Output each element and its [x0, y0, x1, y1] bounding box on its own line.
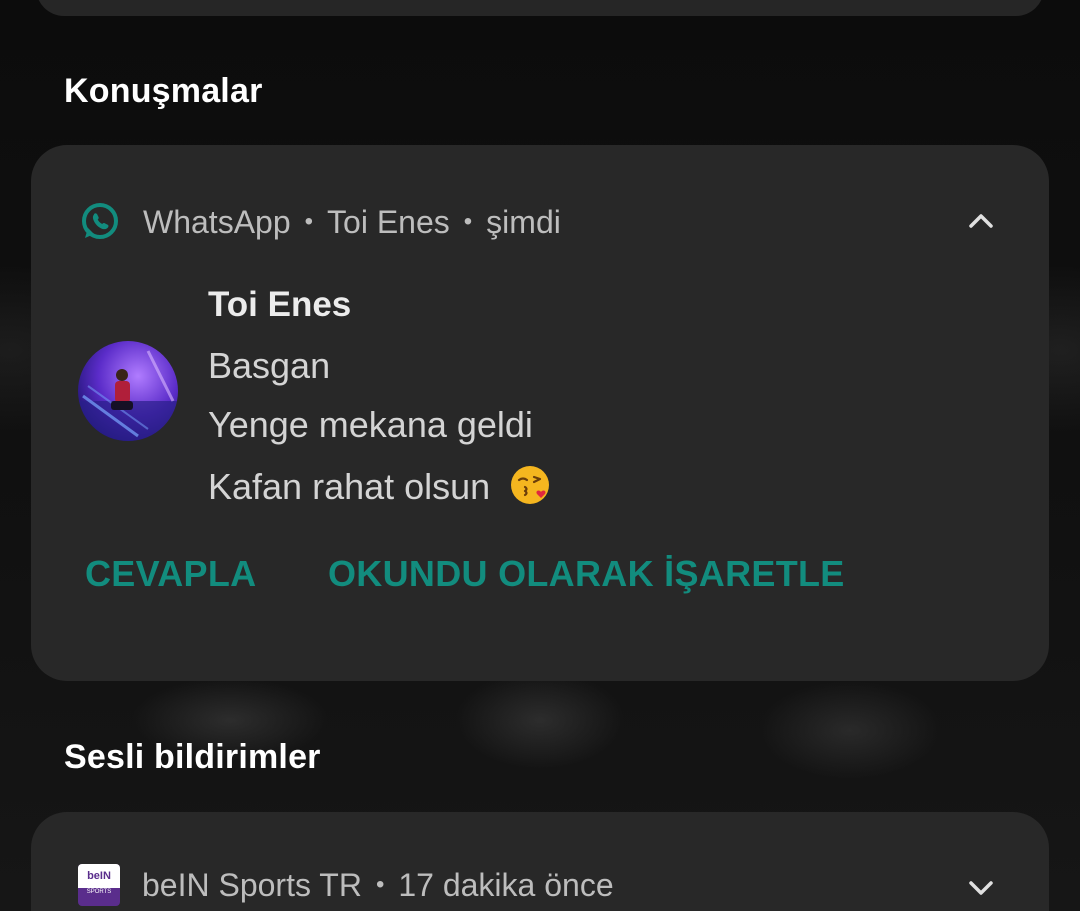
bein-notification-card[interactable]: beIN SPORTS beIN Sports TR • 17 dakika ö…: [31, 812, 1049, 911]
reply-button[interactable]: CEVAPLA: [85, 553, 256, 595]
whatsapp-icon: [82, 203, 118, 239]
message-line: Basgan: [208, 345, 331, 386]
header-separator: •: [375, 871, 385, 898]
app-name: beIN Sports TR: [142, 866, 362, 903]
message-text: Kafan rahat olsun: [208, 466, 491, 507]
chevron-down-icon[interactable]: [965, 872, 997, 904]
notification-time: şimdi: [486, 203, 561, 240]
message-line: Yenge mekana geldi: [208, 404, 533, 445]
notification-header: beIN SPORTS beIN Sports TR • 17 dakika ö…: [78, 864, 614, 906]
section-title-alerting: Sesli bildirimler: [64, 738, 321, 776]
bein-icon-subtext: SPORTS: [86, 889, 112, 895]
header-separator: •: [463, 208, 473, 235]
app-name: WhatsApp: [143, 203, 291, 240]
sender-name: Toi Enes: [208, 285, 352, 324]
notification-header: WhatsApp • Toi Enes • şimdi: [79, 201, 561, 243]
avatar-photo: [78, 350, 178, 441]
whatsapp-notification-card[interactable]: WhatsApp • Toi Enes • şimdi Toi Enes Bas…: [31, 145, 1049, 681]
avatar: [78, 341, 178, 441]
notification-time: 17 dakika önce: [398, 866, 614, 903]
header-separator: •: [304, 208, 314, 235]
notification-shade: Konuşmalar WhatsApp • Toi Enes • şimdi T…: [0, 0, 1080, 911]
chevron-up-icon[interactable]: [965, 205, 997, 237]
previous-notification-card[interactable]: [36, 0, 1044, 16]
conversation-name: Toi Enes: [327, 203, 450, 240]
bein-icon-text: beIN: [78, 864, 120, 888]
mark-as-read-button[interactable]: OKUNDU OLARAK İŞARETLE: [328, 553, 845, 595]
bein-sports-icon: beIN SPORTS: [78, 864, 120, 906]
section-title-conversations: Konuşmalar: [64, 72, 263, 110]
kiss-emoji-icon: [511, 466, 550, 504]
message-line-with-emoji: Kafan rahat olsun: [208, 463, 552, 508]
